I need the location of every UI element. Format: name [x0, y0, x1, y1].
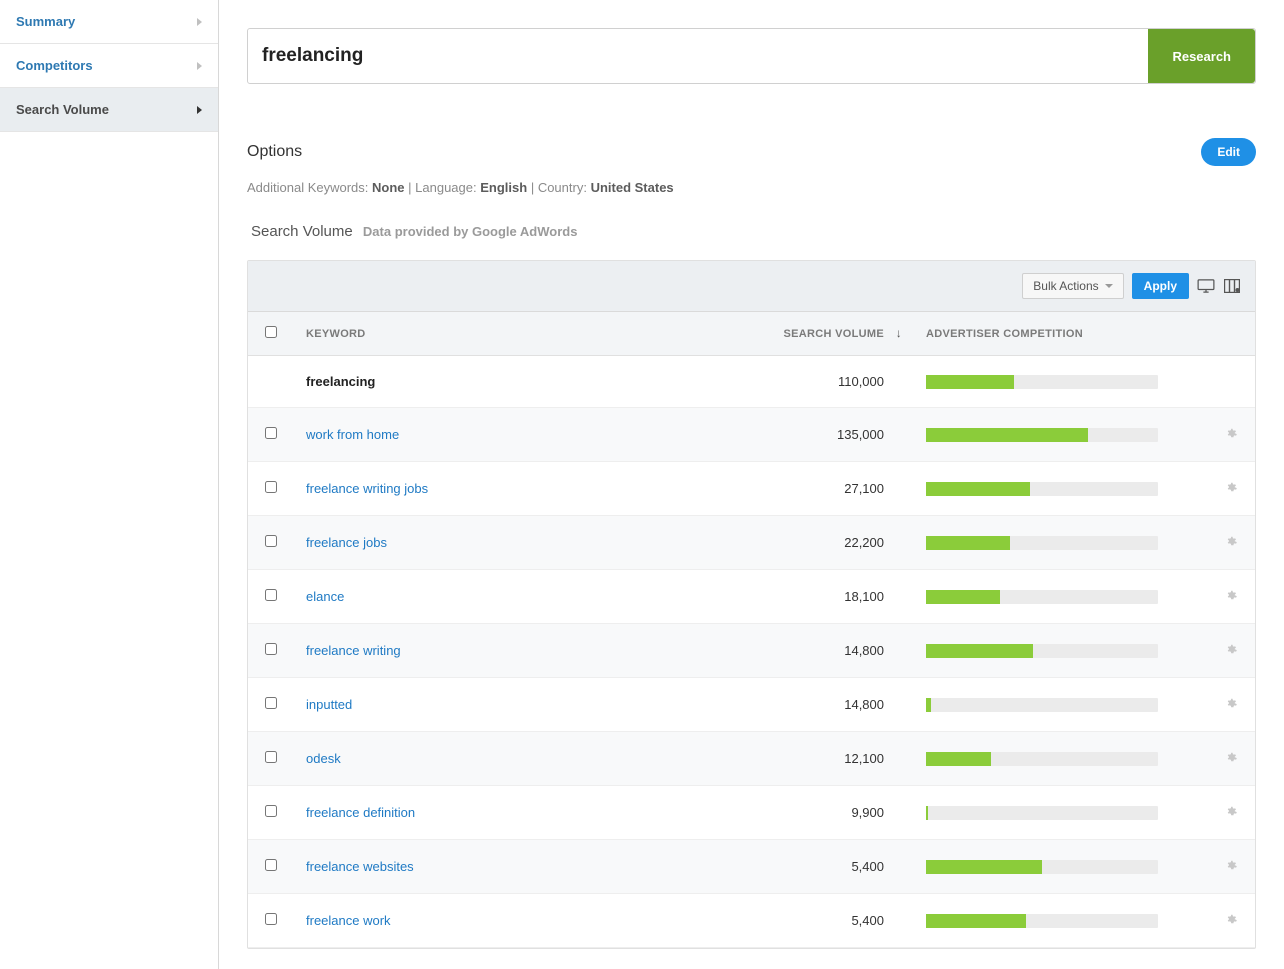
- data-provider-label: Data provided by Google AdWords: [363, 224, 578, 239]
- keyword-link[interactable]: freelance writing jobs: [306, 481, 428, 496]
- row-checkbox[interactable]: [265, 913, 277, 925]
- row-gear-icon[interactable]: [1224, 482, 1238, 497]
- volume-value: 5,400: [644, 894, 914, 948]
- chevron-down-icon: [1105, 284, 1113, 288]
- competition-bar: [914, 786, 1207, 840]
- row-gear-icon[interactable]: [1224, 698, 1238, 713]
- keyword-link[interactable]: elance: [306, 589, 344, 604]
- row-gear-icon[interactable]: [1224, 752, 1238, 767]
- sidebar: Summary Competitors Search Volume: [0, 0, 219, 969]
- header-competition[interactable]: ADVERTISER COMPETITION: [914, 312, 1207, 356]
- row-gear-icon[interactable]: [1224, 590, 1238, 605]
- keyword-link[interactable]: odesk: [306, 751, 341, 766]
- competition-bar: [914, 732, 1207, 786]
- sidebar-item-search-volume[interactable]: Search Volume: [0, 88, 218, 132]
- keyword-link[interactable]: work from home: [306, 427, 399, 442]
- chevron-right-icon: [197, 62, 202, 70]
- volume-value: 22,200: [644, 516, 914, 570]
- keyword-link[interactable]: freelance websites: [306, 859, 414, 874]
- row-checkbox[interactable]: [265, 805, 277, 817]
- row-gear-icon[interactable]: [1224, 644, 1238, 659]
- panel-toolbar: Bulk Actions Apply: [248, 261, 1255, 312]
- competition-bar: [914, 462, 1207, 516]
- row-gear-icon[interactable]: [1224, 536, 1238, 551]
- table-row: freelance jobs 22,200: [248, 516, 1255, 570]
- table-row: freelance writing 14,800: [248, 624, 1255, 678]
- options-summary: Additional Keywords: None | Language: En…: [247, 180, 1256, 195]
- table-row: freelance work 5,400: [248, 894, 1255, 948]
- table-row: freelance websites 5,400: [248, 840, 1255, 894]
- row-gear-icon[interactable]: [1224, 428, 1238, 443]
- row-gear-icon[interactable]: [1224, 914, 1238, 929]
- header-checkbox: [248, 312, 294, 356]
- sort-descending-icon: ↓: [896, 326, 902, 340]
- table-row: freelance writing jobs 27,100: [248, 462, 1255, 516]
- row-checkbox[interactable]: [265, 859, 277, 871]
- row-checkbox[interactable]: [265, 427, 277, 439]
- row-gear-icon[interactable]: [1224, 860, 1238, 875]
- sidebar-item-label: Search Volume: [16, 102, 109, 117]
- columns-settings-icon[interactable]: [1223, 278, 1241, 294]
- volume-value: 14,800: [644, 624, 914, 678]
- volume-value: 135,000: [644, 408, 914, 462]
- sidebar-item-competitors[interactable]: Competitors: [0, 44, 218, 88]
- edit-button[interactable]: Edit: [1201, 138, 1256, 166]
- table-row: freelance definition 9,900: [248, 786, 1255, 840]
- header-actions: [1207, 312, 1255, 356]
- apply-button[interactable]: Apply: [1132, 273, 1189, 299]
- options-title: Options: [247, 143, 302, 161]
- table-row: odesk 12,100: [248, 732, 1255, 786]
- row-checkbox[interactable]: [265, 589, 277, 601]
- keyword-link[interactable]: freelance writing: [306, 643, 401, 658]
- bulk-actions-select[interactable]: Bulk Actions: [1022, 273, 1123, 299]
- chevron-right-icon: [197, 18, 202, 26]
- volume-value: 5,400: [644, 840, 914, 894]
- search-input[interactable]: freelancing: [248, 29, 1148, 83]
- table-row: work from home 135,000: [248, 408, 1255, 462]
- keyword-link[interactable]: freelance work: [306, 913, 391, 928]
- competition-bar: [914, 516, 1207, 570]
- table-row: freelancing 110,000: [248, 356, 1255, 408]
- search-bar: freelancing Research: [247, 28, 1256, 84]
- competition-bar: [914, 570, 1207, 624]
- row-checkbox[interactable]: [265, 697, 277, 709]
- keyword-link[interactable]: freelance jobs: [306, 535, 387, 550]
- row-checkbox[interactable]: [265, 751, 277, 763]
- results-table: KEYWORD SEARCH VOLUME ↓ ADVERTISER COMPE…: [248, 312, 1255, 948]
- keyword-link[interactable]: freelance definition: [306, 805, 415, 820]
- keyword-link[interactable]: inputted: [306, 697, 352, 712]
- competition-bar: [914, 624, 1207, 678]
- row-gear-icon[interactable]: [1224, 806, 1238, 821]
- chevron-right-icon: [197, 106, 202, 114]
- competition-bar: [914, 408, 1207, 462]
- header-volume[interactable]: SEARCH VOLUME ↓: [644, 312, 914, 356]
- research-button[interactable]: Research: [1148, 29, 1255, 83]
- main-content: freelancing Research Options Edit Additi…: [219, 0, 1284, 969]
- table-row: elance 18,100: [248, 570, 1255, 624]
- display-mode-icon[interactable]: [1197, 278, 1215, 294]
- options-heading: Options Edit: [247, 138, 1256, 166]
- sidebar-item-summary[interactable]: Summary: [0, 0, 218, 44]
- volume-value: 27,100: [644, 462, 914, 516]
- sidebar-item-label: Summary: [16, 14, 75, 29]
- sidebar-item-label: Competitors: [16, 58, 93, 73]
- keyword-text: freelancing: [306, 374, 375, 389]
- table-row: inputted 14,800: [248, 678, 1255, 732]
- competition-bar: [914, 678, 1207, 732]
- volume-value: 9,900: [644, 786, 914, 840]
- volume-value: 18,100: [644, 570, 914, 624]
- select-all-checkbox[interactable]: [265, 326, 277, 338]
- competition-bar: [914, 840, 1207, 894]
- competition-bar: [914, 894, 1207, 948]
- row-checkbox[interactable]: [265, 643, 277, 655]
- header-keyword[interactable]: KEYWORD: [294, 312, 644, 356]
- volume-value: 12,100: [644, 732, 914, 786]
- competition-bar: [914, 356, 1207, 408]
- volume-value: 110,000: [644, 356, 914, 408]
- row-checkbox[interactable]: [265, 481, 277, 493]
- results-panel: Bulk Actions Apply KEYWORD: [247, 260, 1256, 949]
- section-title: Search Volume Data provided by Google Ad…: [251, 223, 1252, 240]
- row-checkbox[interactable]: [265, 535, 277, 547]
- volume-value: 14,800: [644, 678, 914, 732]
